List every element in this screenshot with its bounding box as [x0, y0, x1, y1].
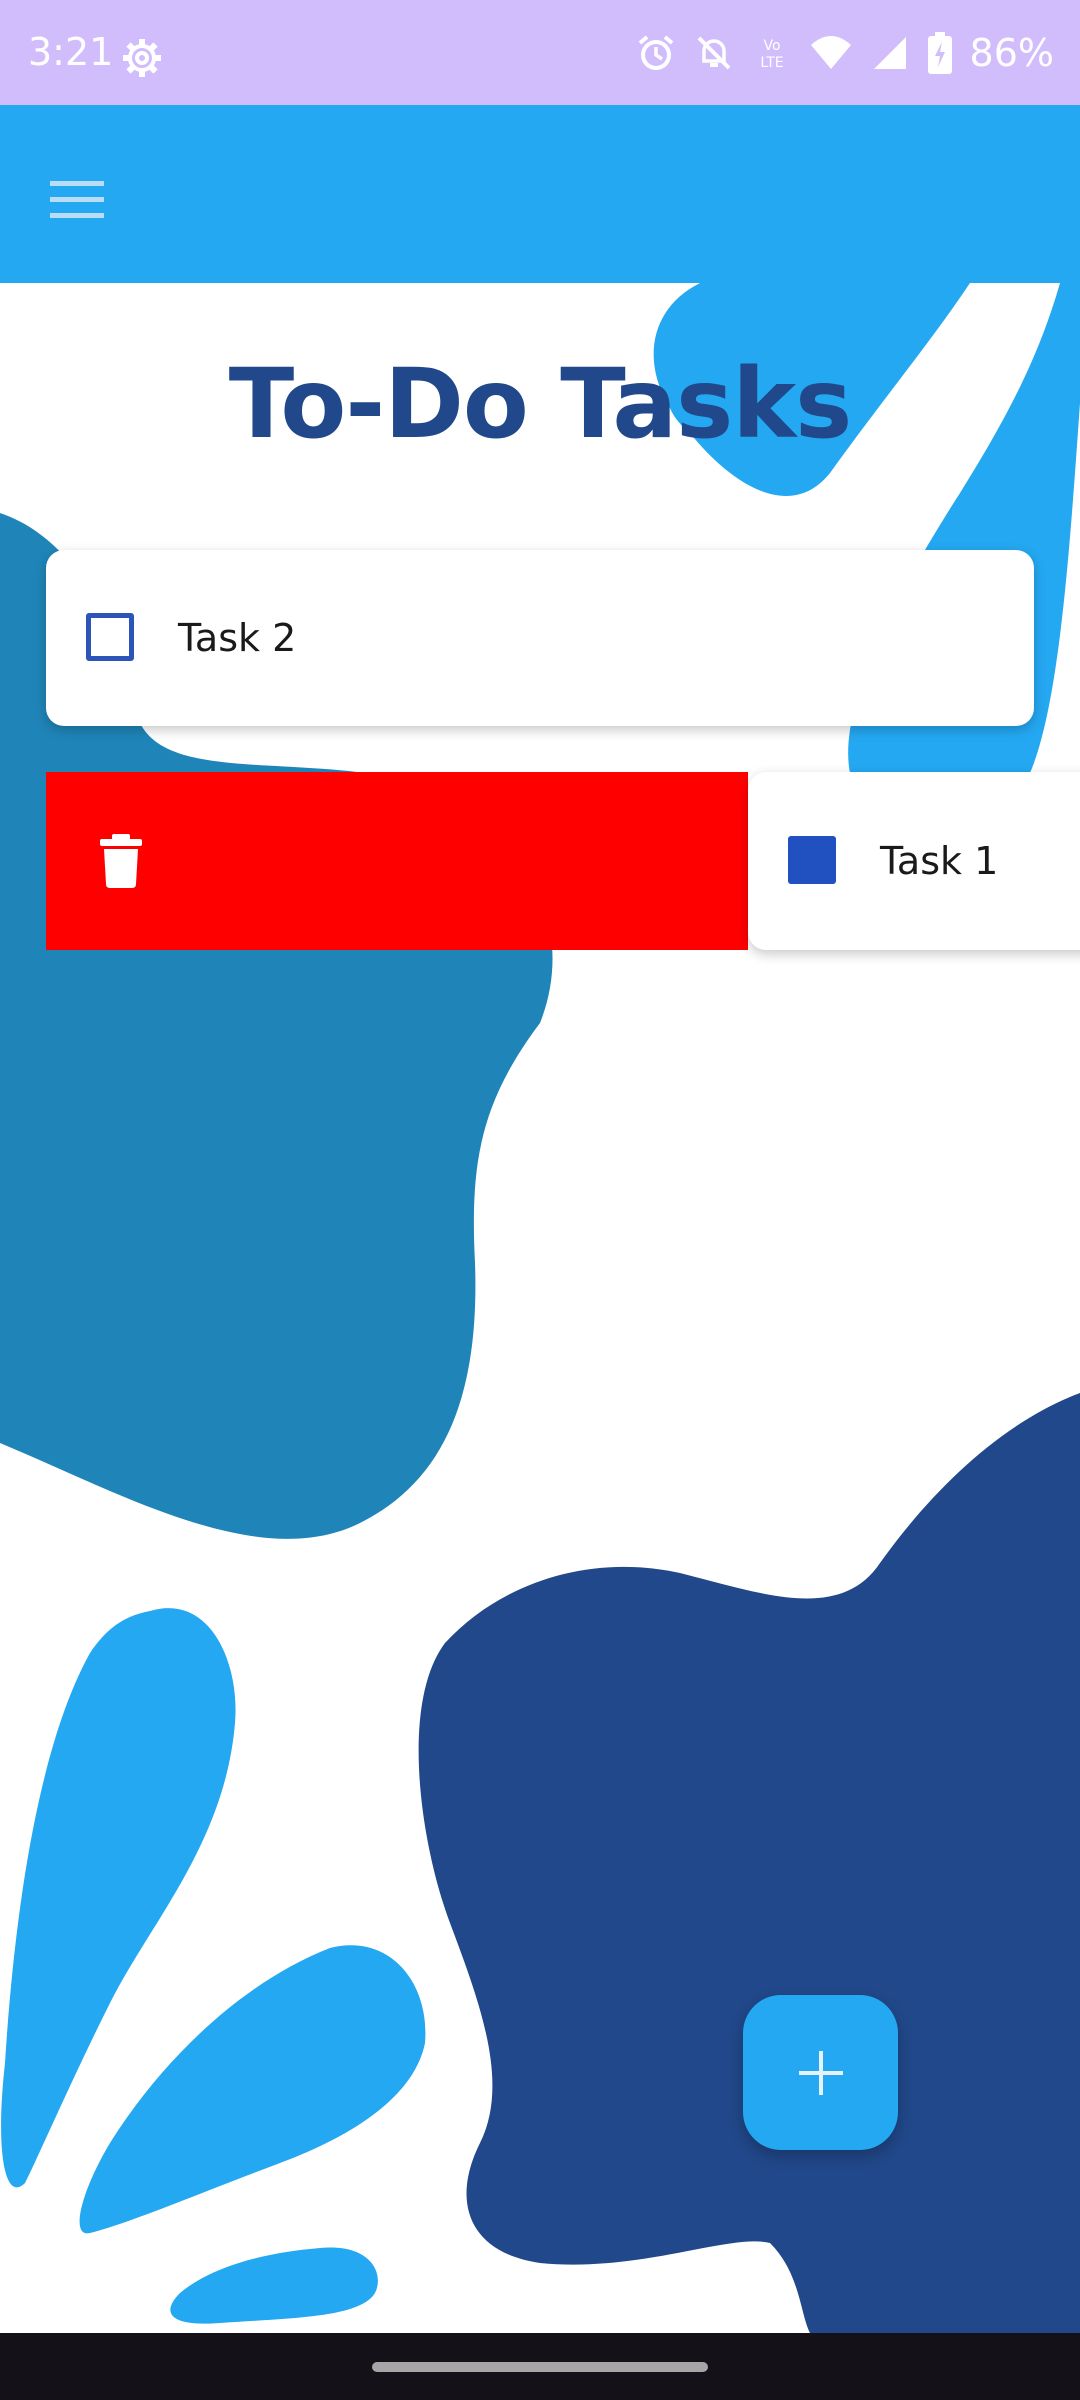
status-bar: 3:21 Vo LTE 86% [0, 0, 1080, 105]
task-checkbox-unchecked[interactable] [86, 613, 134, 661]
plus-icon [798, 2050, 843, 2095]
svg-text:Vo: Vo [763, 38, 780, 54]
navigation-bar [0, 2333, 1080, 2400]
home-gesture-handle[interactable] [372, 2362, 708, 2372]
trash-icon [100, 834, 142, 888]
bell-off-icon [697, 36, 730, 69]
delete-action-background[interactable] [46, 772, 748, 950]
task-label: Task 2 [178, 616, 297, 660]
wifi-icon [810, 35, 851, 69]
hamburger-menu-icon [50, 181, 104, 218]
app-bar [0, 105, 1080, 283]
signal-icon [873, 36, 906, 69]
page-title: To-Do Tasks [228, 348, 853, 460]
task-checkbox-checked[interactable] [788, 836, 836, 884]
status-icons: Vo LTE 86% [636, 0, 1054, 105]
main-content: To-Do Tasks Task 2 Task 1 [0, 283, 1080, 2333]
add-task-button[interactable] [743, 1995, 898, 2150]
battery-charging-icon [927, 31, 952, 74]
volte-icon: Vo LTE [760, 38, 783, 71]
status-time: 3:21 [28, 30, 114, 74]
alarm-icon [638, 34, 673, 70]
menu-button[interactable] [40, 163, 114, 237]
task-card-1[interactable]: Task 1 [748, 772, 1080, 950]
svg-text:LTE: LTE [760, 55, 783, 71]
task-label: Task 1 [880, 839, 999, 883]
task-card-2[interactable]: Task 2 [46, 550, 1034, 726]
battery-percentage: 86% [969, 30, 1054, 75]
gear-icon [123, 39, 161, 77]
